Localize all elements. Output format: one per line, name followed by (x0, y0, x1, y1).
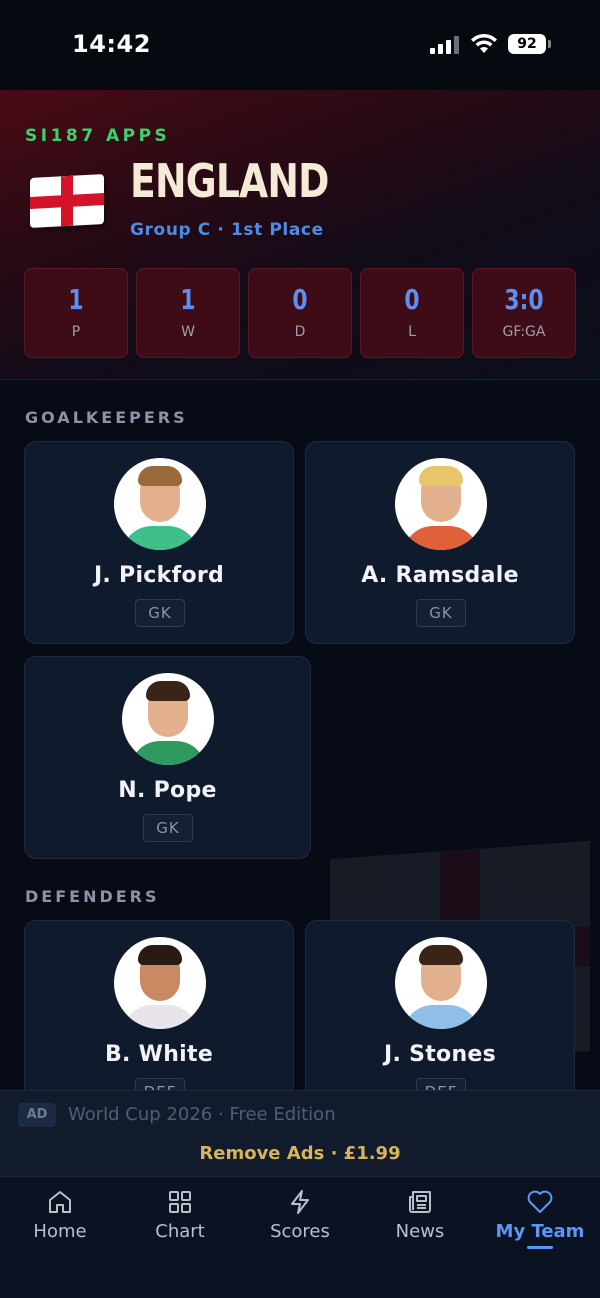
team-group-standing: Group C · 1st Place (130, 220, 324, 240)
team-stats: 1 P 1 W 0 D 0 L 3:0 GF:GA (24, 268, 576, 358)
stat-value: 1 (68, 283, 84, 316)
tab-label: Scores (270, 1221, 330, 1242)
section-title-goalkeepers: GOALKEEPERS (25, 408, 188, 427)
player-avatar (114, 937, 206, 1029)
section-title-defenders: DEFENDERS (25, 887, 160, 906)
tab-label: Chart (155, 1221, 205, 1242)
team-name: ENGLAND (130, 154, 329, 208)
ad-badge: AD (18, 1103, 56, 1127)
position-badge: GK (135, 599, 185, 627)
stat-lost: 0 L (360, 268, 464, 358)
remove-ads-button[interactable]: Remove Ads · £1.99 (0, 1143, 600, 1164)
team-header: SI187 APPS ENGLAND Group C · 1st Place 1… (0, 90, 600, 380)
player-card[interactable]: A. Ramsdale GK (305, 441, 575, 644)
position-badge: GK (143, 814, 193, 842)
player-name: J. Stones (383, 1042, 497, 1067)
stat-label: L (408, 324, 416, 340)
tab-label: My Team (495, 1221, 585, 1242)
grid-icon (169, 1191, 191, 1213)
tab-news[interactable]: News (360, 1189, 480, 1242)
tab-my-team[interactable]: My Team (480, 1189, 600, 1249)
stat-value: 1 (180, 283, 196, 316)
tab-home[interactable]: Home (0, 1189, 120, 1242)
stat-value: 0 (292, 283, 308, 316)
player-name: N. Pope (118, 778, 217, 803)
player-avatar (122, 673, 214, 765)
player-avatar (395, 937, 487, 1029)
player-name: B. White (104, 1042, 214, 1067)
england-flag-icon (30, 174, 104, 228)
status-time: 14:42 (72, 30, 151, 58)
player-name: J. Pickford (93, 563, 225, 588)
player-avatar (114, 458, 206, 550)
stat-label: GF:GA (502, 324, 546, 340)
stat-drawn: 0 D (248, 268, 352, 358)
bottom-tab-bar: Home Chart Scores News My Team (0, 1176, 600, 1298)
home-icon (49, 1191, 71, 1213)
player-name: A. Ramsdale (361, 563, 519, 588)
stat-played: 1 P (24, 268, 128, 358)
position-badge: GK (416, 599, 466, 627)
stat-goals: 3:0 GF:GA (472, 268, 576, 358)
player-avatar (395, 458, 487, 550)
active-tab-indicator (527, 1246, 553, 1249)
tab-chart[interactable]: Chart (120, 1189, 240, 1242)
newspaper-icon (409, 1191, 431, 1213)
stat-label: D (294, 324, 306, 340)
ad-text: World Cup 2026 · Free Edition (68, 1104, 336, 1125)
cellular-signal-icon (430, 36, 460, 54)
player-card[interactable]: J. Pickford GK (24, 441, 294, 644)
tab-label: Home (33, 1221, 87, 1242)
stat-value: 3:0 (504, 283, 544, 316)
heart-icon (527, 1190, 553, 1213)
stat-label: P (71, 324, 81, 340)
battery-indicator: 92 (508, 34, 551, 54)
stat-won: 1 W (136, 268, 240, 358)
ad-banner: AD World Cup 2026 · Free Edition Remove … (0, 1090, 600, 1176)
brand-label: SI187 APPS (25, 126, 171, 146)
lightning-icon (291, 1190, 309, 1214)
stat-label: W (181, 324, 195, 340)
stat-value: 0 (404, 283, 420, 316)
wifi-icon (471, 33, 497, 53)
tab-label: News (395, 1221, 445, 1242)
status-bar: 14:42 92 (0, 0, 600, 90)
player-card[interactable]: N. Pope GK (24, 656, 311, 859)
tab-scores[interactable]: Scores (240, 1189, 360, 1242)
